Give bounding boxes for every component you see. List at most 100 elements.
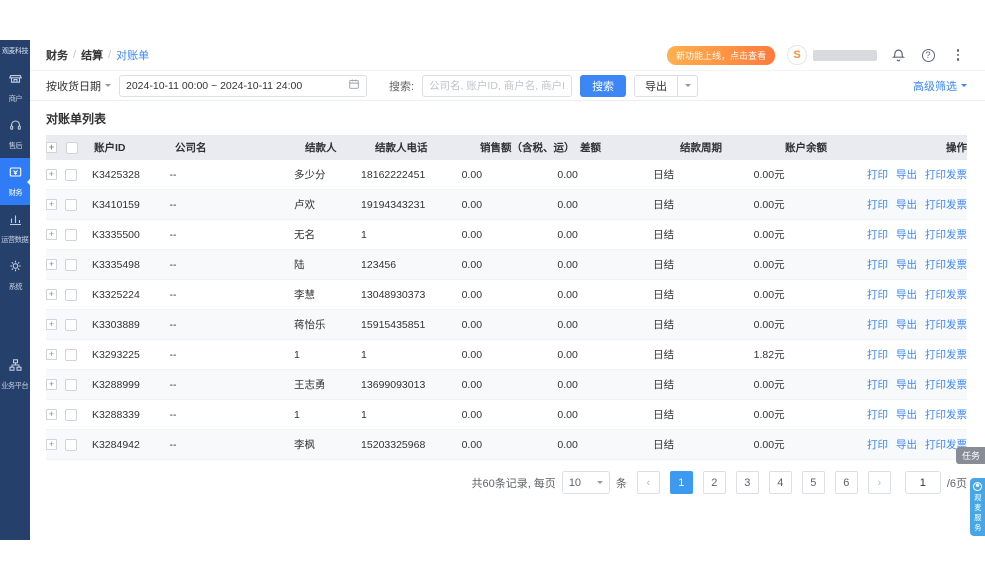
cell-balance: 0.00元 xyxy=(754,287,859,302)
task-drawer-tab[interactable]: 任务 xyxy=(956,447,985,464)
page-button-3[interactable]: 3 xyxy=(736,471,759,494)
col-payee: 结款人 xyxy=(305,140,375,155)
expand-row-button[interactable]: + xyxy=(46,349,57,360)
print-invoice-link[interactable]: 打印发票 xyxy=(925,379,967,391)
app-window: 观麦科技 商户 售后 财务 xyxy=(0,40,985,540)
print-link[interactable]: 打印 xyxy=(867,379,888,391)
customer-service-widget[interactable]: ☻ 观 麦 服 务 xyxy=(970,478,985,536)
more-options-icon[interactable] xyxy=(949,46,967,64)
sidebar-item-merchant[interactable]: 商户 xyxy=(0,64,30,111)
export-link[interactable]: 导出 xyxy=(896,289,917,301)
export-link[interactable]: 导出 xyxy=(896,439,917,451)
row-checkbox[interactable] xyxy=(65,409,77,421)
help-icon[interactable]: ? xyxy=(919,46,937,64)
sidebar-item-operations-data[interactable]: 运营数据 xyxy=(0,205,30,252)
date-range-picker[interactable]: 2024-10-11 00:00 ~ 2024-10-11 24:00 xyxy=(119,75,367,97)
user-menu[interactable]: S xyxy=(787,45,877,65)
expand-all-button[interactable]: + xyxy=(46,142,57,153)
row-checkbox[interactable] xyxy=(65,379,77,391)
row-checkbox[interactable] xyxy=(65,229,77,241)
breadcrumb-separator: / xyxy=(73,49,76,61)
sidebar-item-system[interactable]: 系统 xyxy=(0,252,30,299)
page-jump-input[interactable] xyxy=(905,471,941,494)
date-type-select[interactable]: 按收货日期 xyxy=(46,78,111,94)
page-button-4[interactable]: 4 xyxy=(769,471,792,494)
export-link[interactable]: 导出 xyxy=(896,409,917,421)
export-link[interactable]: 导出 xyxy=(896,229,917,241)
print-link[interactable]: 打印 xyxy=(867,169,888,181)
print-link[interactable]: 打印 xyxy=(867,259,888,271)
cell-payee: 陆 xyxy=(294,257,361,272)
sidebar-item-aftersales[interactable]: 售后 xyxy=(0,111,30,158)
print-invoice-link[interactable]: 打印发票 xyxy=(925,229,967,241)
screen: 观麦科技 商户 售后 财务 xyxy=(0,0,985,584)
expand-row-button[interactable]: + xyxy=(46,229,57,240)
search-input[interactable] xyxy=(422,75,572,97)
cell-sales: 0.00 xyxy=(462,229,558,241)
row-checkbox[interactable] xyxy=(65,349,77,361)
export-link[interactable]: 导出 xyxy=(896,319,917,331)
expand-row-button[interactable]: + xyxy=(46,379,57,390)
export-dropdown-toggle[interactable] xyxy=(677,76,697,96)
expand-row-button[interactable]: + xyxy=(46,259,57,270)
print-link[interactable]: 打印 xyxy=(867,439,888,451)
print-invoice-link[interactable]: 打印发票 xyxy=(925,349,967,361)
expand-row-button[interactable]: + xyxy=(46,409,57,420)
cell-company: -- xyxy=(170,169,294,181)
export-button[interactable]: 导出 xyxy=(635,76,677,96)
cell-phone: 15203325968 xyxy=(361,439,462,451)
cell-diff: 0.00 xyxy=(557,409,653,421)
select-all-checkbox[interactable] xyxy=(66,142,78,154)
sidebar-item-business-platform[interactable]: 业务平台 xyxy=(0,351,30,398)
print-invoice-link[interactable]: 打印发票 xyxy=(925,409,967,421)
row-checkbox[interactable] xyxy=(65,439,77,451)
page-button-1[interactable]: 1 xyxy=(670,471,693,494)
row-checkbox[interactable] xyxy=(65,289,77,301)
export-split-button[interactable]: 导出 xyxy=(634,75,698,97)
print-invoice-link[interactable]: 打印发票 xyxy=(925,169,967,181)
print-link[interactable]: 打印 xyxy=(867,319,888,331)
search-button[interactable]: 搜索 xyxy=(580,75,626,97)
page-size-select[interactable]: 10 xyxy=(562,471,610,494)
breadcrumb-finance[interactable]: 财务 xyxy=(46,47,68,63)
expand-row-button[interactable]: + xyxy=(46,439,57,450)
row-checkbox[interactable] xyxy=(65,169,77,181)
export-link[interactable]: 导出 xyxy=(896,349,917,361)
promo-badge[interactable]: 新功能上线，点击查看 xyxy=(667,46,775,65)
print-link[interactable]: 打印 xyxy=(867,409,888,421)
export-link[interactable]: 导出 xyxy=(896,169,917,181)
col-diff: 差额 xyxy=(580,140,680,155)
table-row: + K3303889 -- 蒋怡乐 15915435851 0.00 0.00 … xyxy=(46,310,967,340)
notification-bell-icon[interactable] xyxy=(889,46,907,64)
prev-page-button[interactable]: ‹ xyxy=(637,471,660,494)
expand-row-button[interactable]: + xyxy=(46,169,57,180)
expand-row-button[interactable]: + xyxy=(46,289,57,300)
cell-account-id: K3325224 xyxy=(92,289,170,301)
page-button-2[interactable]: 2 xyxy=(703,471,726,494)
advanced-filter-toggle[interactable]: 高级筛选 xyxy=(913,78,967,94)
print-link[interactable]: 打印 xyxy=(867,199,888,211)
export-link[interactable]: 导出 xyxy=(896,379,917,391)
print-link[interactable]: 打印 xyxy=(867,229,888,241)
cell-company: -- xyxy=(170,319,294,331)
export-link[interactable]: 导出 xyxy=(896,259,917,271)
breadcrumb-settlement[interactable]: 结算 xyxy=(81,47,103,63)
print-invoice-link[interactable]: 打印发票 xyxy=(925,289,967,301)
cell-cycle: 日结 xyxy=(653,167,754,182)
export-link[interactable]: 导出 xyxy=(896,199,917,211)
print-invoice-link[interactable]: 打印发票 xyxy=(925,319,967,331)
next-page-button[interactable]: › xyxy=(868,471,891,494)
print-invoice-link[interactable]: 打印发票 xyxy=(925,259,967,271)
page-button-6[interactable]: 6 xyxy=(835,471,858,494)
chevron-down-icon xyxy=(685,84,691,90)
print-invoice-link[interactable]: 打印发票 xyxy=(925,199,967,211)
expand-row-button[interactable]: + xyxy=(46,199,57,210)
row-checkbox[interactable] xyxy=(65,259,77,271)
row-checkbox[interactable] xyxy=(65,319,77,331)
print-link[interactable]: 打印 xyxy=(867,349,888,361)
page-button-5[interactable]: 5 xyxy=(802,471,825,494)
sidebar-item-finance[interactable]: 财务 xyxy=(0,158,30,205)
row-checkbox[interactable] xyxy=(65,199,77,211)
print-link[interactable]: 打印 xyxy=(867,289,888,301)
expand-row-button[interactable]: + xyxy=(46,319,57,330)
